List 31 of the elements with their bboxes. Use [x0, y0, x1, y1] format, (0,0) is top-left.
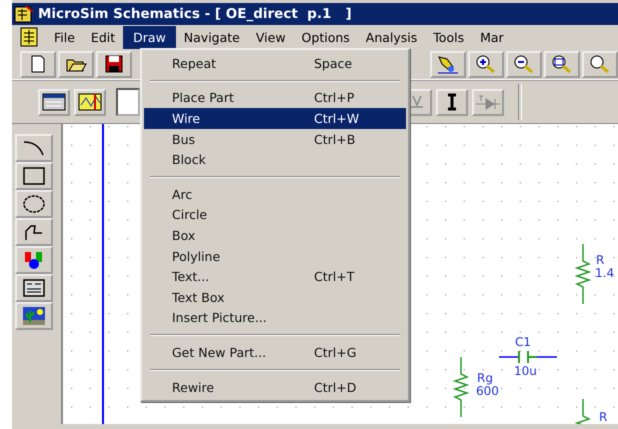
- window-title: MicroSim Schematics - [ OE_direct p.1 ]: [38, 6, 352, 22]
- menu-item[interactable]: File: [46, 26, 83, 48]
- part-value: 10u: [514, 364, 537, 378]
- menu-item[interactable]: Options: [294, 26, 358, 48]
- menu-item[interactable]: View: [248, 26, 294, 48]
- menu-item[interactable]: Bus Ctrl+B: [144, 128, 406, 150]
- part-label: Rg: [477, 371, 493, 385]
- menu-item[interactable]: Text... Ctrl+T: [144, 266, 406, 287]
- menu-item[interactable]: Rewire Ctrl+D: [144, 376, 406, 398]
- part-label: R: [596, 253, 604, 267]
- part-value: 1.4: [595, 266, 614, 280]
- menu-item[interactable]: Edit: [82, 26, 124, 48]
- part-label: R: [599, 410, 608, 424]
- menu-item[interactable]: Block: [144, 149, 406, 170]
- menu-item[interactable]: Analysis: [358, 26, 426, 48]
- menu-item[interactable]: Navigate: [176, 26, 248, 48]
- part-value: 600: [476, 384, 499, 398]
- part-label: C1: [515, 335, 532, 349]
- menu-item[interactable]: Mar: [472, 26, 512, 48]
- menu-item[interactable]: Box: [144, 225, 406, 246]
- menu-item[interactable]: Text Box: [144, 286, 406, 308]
- menu-item[interactable]: Arc: [144, 184, 406, 205]
- menu-item[interactable]: Place Part Ctrl+P: [144, 88, 406, 108]
- menu-item[interactable]: Polyline: [144, 246, 406, 266]
- menu-item[interactable]: Get New Part... Ctrl+G: [144, 342, 406, 363]
- menu-item[interactable]: Repeat Space: [144, 53, 406, 74]
- menu-item[interactable]: Wire Ctrl+W: [144, 108, 406, 129]
- menu-item[interactable]: Tools: [425, 26, 472, 48]
- menu-item[interactable]: Insert Picture...: [144, 308, 406, 328]
- menu-item[interactable]: Circle: [144, 204, 406, 226]
- menu-item[interactable]: Draw: [123, 26, 176, 48]
